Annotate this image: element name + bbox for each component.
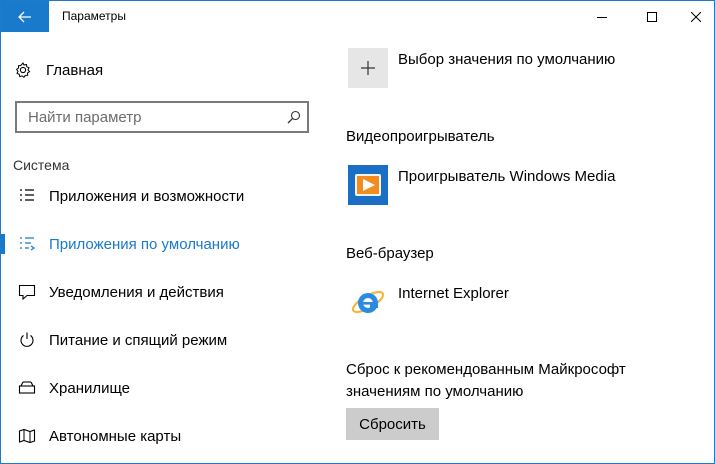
plus-icon (361, 61, 375, 75)
settings-window: Параметры Главная Найти параметр Система… (0, 0, 715, 464)
search-input[interactable]: Найти параметр (28, 109, 142, 126)
notifications-icon (18, 284, 36, 300)
offline-maps-icon (18, 428, 36, 444)
close-button[interactable] (673, 1, 715, 32)
gear-icon (15, 62, 31, 78)
window-title: Параметры (62, 9, 126, 23)
apps-features-icon (20, 189, 34, 201)
back-arrow-icon (18, 11, 31, 22)
close-icon (691, 11, 701, 22)
storage-icon (18, 381, 36, 394)
maximize-button[interactable] (629, 1, 675, 32)
search-box[interactable]: Найти параметр (15, 101, 309, 133)
sidebar-item-label: Автономные карты (49, 427, 182, 445)
home-label: Главная (46, 61, 104, 79)
browser-app-label[interactable]: Internet Explorer (398, 285, 509, 302)
minimize-button[interactable] (579, 1, 625, 32)
browser-heading: Веб-браузер (346, 245, 434, 262)
sidebar-item-label: Хранилище (49, 379, 130, 397)
power-icon (20, 332, 34, 347)
active-indicator (1, 234, 5, 254)
video-player-app-label[interactable]: Проигрыватель Windows Media (398, 168, 615, 185)
windows-media-player-icon (348, 165, 388, 205)
sidebar-item-label: Уведомления и действия (49, 283, 224, 301)
default-apps-icon (20, 237, 36, 251)
section-title: Система (13, 157, 70, 173)
video-player-heading: Видеопроигрыватель (346, 128, 495, 145)
home-link[interactable]: Главная (15, 59, 103, 81)
reset-button[interactable]: Сбросить (346, 408, 439, 440)
sidebar-item-notifications[interactable]: Уведомления и действия (1, 278, 321, 306)
media-player-tile[interactable] (348, 165, 388, 205)
sidebar-item-label: Приложения и возможности (49, 187, 245, 205)
title-bar: Параметры (1, 1, 714, 32)
sidebar-item-label: Приложения по умолчанию (49, 235, 240, 253)
sidebar-item-power[interactable]: Питание и спящий режим (1, 326, 321, 354)
sidebar-item-default-apps[interactable]: Приложения по умолчанию (1, 230, 321, 258)
sidebar-item-offline-maps[interactable]: Автономные карты (1, 422, 321, 450)
sidebar-item-storage[interactable]: Хранилище (1, 374, 321, 402)
choose-default-tile[interactable] (348, 48, 388, 88)
choose-default-label[interactable]: Выбор значения по умолчанию (398, 51, 615, 68)
minimize-icon (597, 16, 607, 18)
sidebar-item-apps-features[interactable]: Приложения и возможности (1, 182, 321, 210)
back-button[interactable] (1, 1, 49, 32)
sidebar-item-label: Питание и спящий режим (49, 331, 228, 349)
internet-explorer-icon (351, 290, 385, 314)
search-icon[interactable] (287, 110, 301, 124)
browser-tile[interactable] (348, 282, 388, 322)
reset-description: Сброс к рекомендованным Майкрософт значе… (346, 361, 626, 400)
maximize-icon (647, 11, 657, 22)
